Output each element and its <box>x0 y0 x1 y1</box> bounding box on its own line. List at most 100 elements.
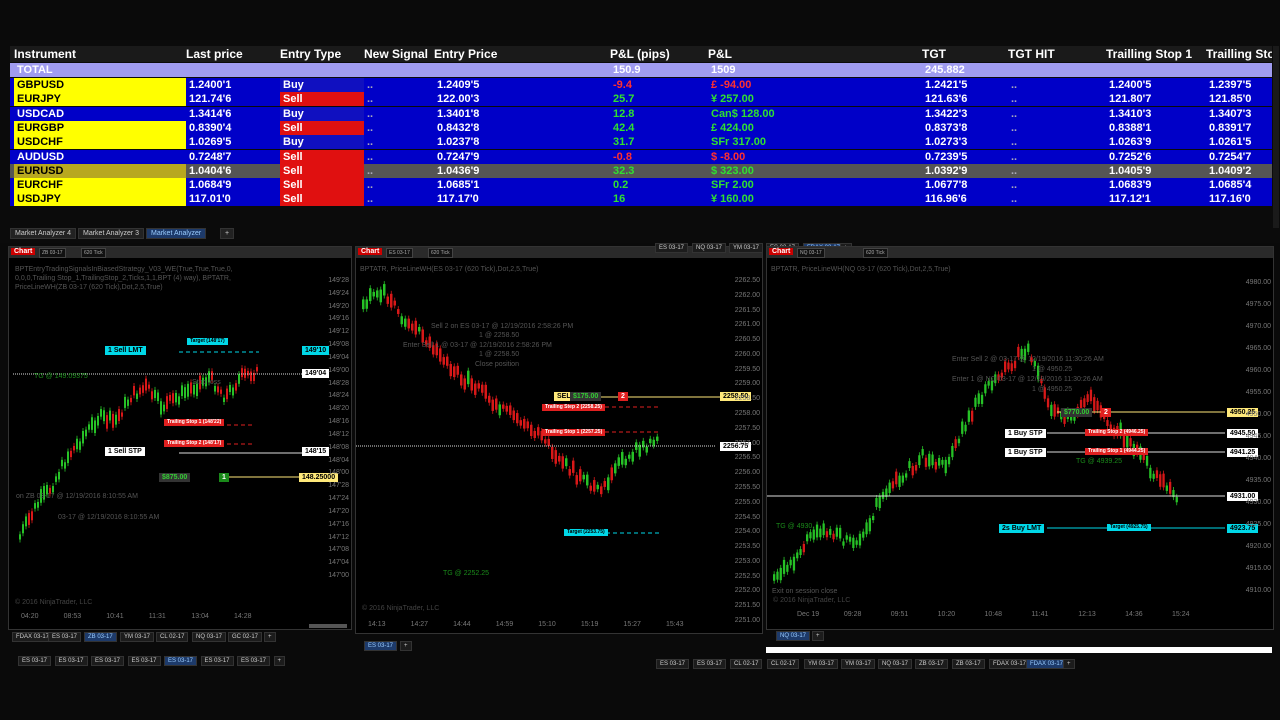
x-tick-label: 15:43 <box>666 621 684 628</box>
add-tab-button[interactable]: + <box>1063 659 1075 669</box>
chart-canvas[interactable] <box>767 247 1274 630</box>
table-row[interactable]: USDJPY 117.01'0 Sell.. 117.17'0 16 ¥ 160.00 11… <box>10 192 1272 207</box>
sell-info: Sell 2 on ES 03-17 @ 12/19/2016 2:58:26 … <box>431 323 574 330</box>
y-tick-label: 4920.00 <box>1245 543 1271 550</box>
cell-last: 0.7248'7 <box>189 150 232 163</box>
y-tick-label: 2255.50 <box>734 483 760 491</box>
column-header[interactable]: New Signal <box>364 47 434 61</box>
cell-sig: .. <box>367 136 374 149</box>
table-row[interactable]: EURJPY 121.74'6 Sell.. 122.00'3 25.7 ¥ 257.00… <box>10 92 1272 107</box>
add-tab-button[interactable]: + <box>220 228 235 239</box>
chart-tab[interactable]: NQ 03-17 <box>692 243 727 253</box>
chart-tab[interactable]: ES 03-17 <box>18 656 52 666</box>
chart-tab[interactable]: ES 03-17 <box>693 659 727 669</box>
cell-last: 121.74'6 <box>189 93 232 106</box>
table-row[interactable]: EURUSD 1.0404'6 Sell.. 1.0436'9 32.3 $ 323.00… <box>10 163 1272 178</box>
chart-tab[interactable]: ES 03-17 <box>656 659 690 669</box>
table-row[interactable]: USDCAD 1.3414'6 Buy.. 1.3401'8 12.8 Can$ 128.… <box>10 106 1272 121</box>
chart-tab[interactable]: ES 03-17 <box>200 656 234 666</box>
cell-entry: 1.0685'1 <box>437 179 480 192</box>
chart-scrollbar[interactable] <box>309 624 347 628</box>
chart-tab[interactable]: ES 03-17 <box>364 641 398 651</box>
chart-tab[interactable]: YM 03-17 <box>120 632 155 642</box>
trailing-stop-1-label: Trailing Stop 1 (148'22) <box>164 419 225 426</box>
chart-tab[interactable]: FDAX 03-17 <box>12 632 54 642</box>
enter-info-2: 1 @ 2258.50 <box>479 351 520 358</box>
cell-sig: .. <box>367 79 374 91</box>
column-header[interactable]: Instrument <box>14 47 186 61</box>
chart-tab[interactable]: ES 03-17 <box>655 243 689 253</box>
table-row[interactable]: EURGBP 0.8390'4 Sell.. 0.8432'8 42.4 £ 424.00… <box>10 120 1272 135</box>
chart-tab[interactable]: YM 03-17 <box>804 659 839 669</box>
cell-pnl: £ 424.00 <box>711 121 754 134</box>
add-tab-button[interactable]: + <box>400 641 412 651</box>
chart-tab[interactable]: ES 03-17 <box>237 656 271 666</box>
analyzer-scrollbar[interactable] <box>1273 46 1279 228</box>
chart-canvas[interactable] <box>356 247 763 634</box>
chart-tab[interactable]: YM 03-17 <box>841 659 876 669</box>
chart-tab[interactable]: CL 02-17 <box>156 632 189 642</box>
chart-tab[interactable]: FDAX 03-17 <box>989 659 1031 669</box>
close-position-label: Close position <box>475 361 519 368</box>
chart-tab[interactable]: NQ 03-17 <box>776 631 811 641</box>
analyzer-tab[interactable]: Market Analyzer 4 <box>10 228 77 239</box>
chart-canvas[interactable] <box>9 247 352 630</box>
chart-tab[interactable]: ES 03-17 <box>54 656 88 666</box>
x-tick-label: 15:24 <box>1172 611 1190 618</box>
buy-stp-label[interactable]: 1 Buy STP <box>1005 429 1046 438</box>
chart-tab[interactable]: ES 03-17 <box>164 656 198 666</box>
add-tab-button[interactable]: + <box>273 656 286 666</box>
column-header[interactable]: P&L (pips) <box>610 47 708 61</box>
chart-tab[interactable]: NQ 03-17 <box>192 632 227 642</box>
chart-tab[interactable]: CL 02-17 <box>767 659 800 669</box>
chart-tab[interactable]: GC 02-17 <box>228 632 263 642</box>
table-row[interactable]: EURCHF 1.0684'9 Sell.. 1.0685'1 0.2 SFr 2.00 1… <box>10 178 1272 193</box>
y-tick-label: 2255.00 <box>734 498 760 506</box>
column-header[interactable]: Last price <box>186 47 280 61</box>
y-tick-label: 148'20 <box>328 405 349 413</box>
cell-pips: -9.4 <box>613 79 632 91</box>
chart-tab[interactable]: NQ 03-17 <box>878 659 913 669</box>
column-header[interactable]: Entry Type <box>280 47 364 61</box>
x-tick-label: Dec 19 <box>797 611 820 618</box>
column-header[interactable]: Entry Price <box>434 47 610 61</box>
y-tick-label: 2256.50 <box>734 454 760 462</box>
chart-tab[interactable]: ES 03-17 <box>91 656 125 666</box>
column-header[interactable]: P&L <box>708 47 922 61</box>
chart-tab[interactable]: ES 03-17 <box>48 632 82 642</box>
y-tick-label: 4940.00 <box>1245 455 1271 462</box>
column-header[interactable]: TGT <box>922 47 1008 61</box>
cell-pips: 32.3 <box>613 164 635 177</box>
chart-tab[interactable]: FDAX 03-17 <box>1026 659 1068 669</box>
buy-stp-label-2[interactable]: 1 Buy STP <box>1005 448 1046 457</box>
table-row[interactable]: USDCHF 1.0269'5 Buy.. 1.0237'8 31.7 SFr 317.0… <box>10 135 1272 150</box>
buy-lmt-label[interactable]: 2s Buy LMT <box>999 524 1045 533</box>
chart-tab[interactable]: YM 03-17 <box>729 243 764 253</box>
total-row[interactable]: TOTAL 150.9 1509 245.882 <box>10 63 1272 77</box>
add-tab-button[interactable]: + <box>812 631 824 641</box>
y-tick-label: 4935.00 <box>1245 477 1271 484</box>
analyzer-tab[interactable]: Market Analyzer <box>146 228 207 239</box>
sell-lmt-label[interactable]: 1 Sell LMT <box>105 346 146 355</box>
cell-ts1: 1.2400'5 <box>1109 79 1152 91</box>
chart-tab[interactable]: CL 02-17 <box>730 659 763 669</box>
analyzer-tab[interactable]: Market Analyzer 3 <box>78 228 145 239</box>
column-header[interactable]: Trailling Stop 1 <box>1106 47 1206 61</box>
chart-tab[interactable]: ES 03-17 <box>127 656 161 666</box>
table-row[interactable]: GBPUSD 1.2400'1 Buy.. 1.2409'5 -9.4 £ -94.00 1… <box>10 78 1272 92</box>
column-header[interactable]: Trailling Sto <box>1206 47 1272 61</box>
sell-stp-label[interactable]: 1 Sell STP <box>105 447 145 456</box>
cell-pips: 12.8 <box>613 107 635 120</box>
chart-tab[interactable]: ZB 03-17 <box>84 632 117 642</box>
y-tick-label: 149'12 <box>328 328 349 336</box>
chart-tab[interactable]: ZB 03-17 <box>915 659 948 669</box>
qty-label: 2 <box>1101 408 1111 417</box>
cell-tgt: 1.3422'3 <box>925 107 968 120</box>
y-tick-label: 4930.00 <box>1245 499 1271 506</box>
table-row[interactable]: AUDUSD 0.7248'7 Sell.. 0.7247'9 -0.8 $ -8.00 0… <box>10 149 1272 164</box>
add-tab-button[interactable]: + <box>264 632 276 642</box>
column-header[interactable]: TGT HIT <box>1008 47 1106 61</box>
x-tick-label: 10:41 <box>106 613 124 620</box>
chart-tab[interactable]: ZB 03-17 <box>952 659 985 669</box>
cell-inst: EURGBP <box>14 120 186 135</box>
